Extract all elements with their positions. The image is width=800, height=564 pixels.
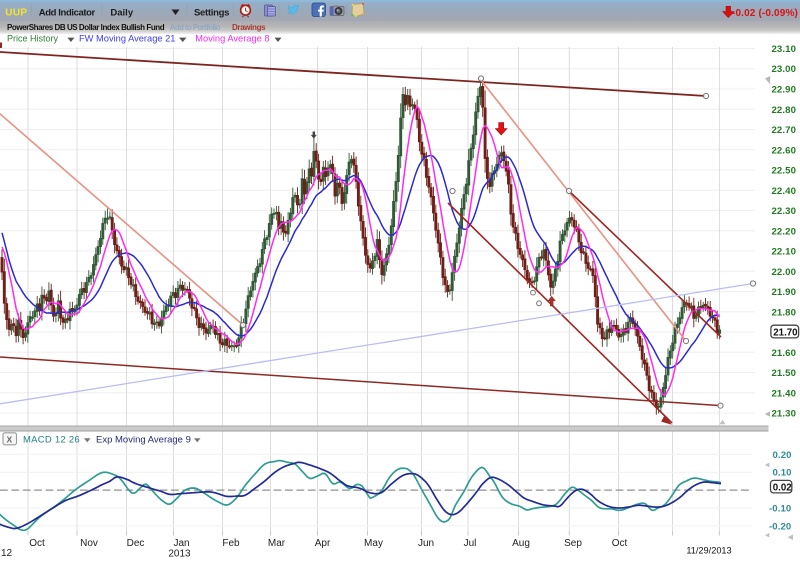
svg-text:Jun: Jun xyxy=(418,538,434,549)
svg-text:0.10: 0.10 xyxy=(773,468,792,479)
svg-text:Jul: Jul xyxy=(464,538,477,549)
svg-text:21.90: 21.90 xyxy=(772,287,797,298)
svg-text:0.20: 0.20 xyxy=(773,450,792,461)
svg-text:Drawings: Drawings xyxy=(232,23,266,32)
svg-text:12: 12 xyxy=(1,548,13,559)
svg-text:Add to Portfolio: Add to Portfolio xyxy=(170,23,221,32)
svg-text:Feb: Feb xyxy=(222,538,240,549)
svg-text:Oct: Oct xyxy=(29,538,45,549)
svg-text:Moving Average 8: Moving Average 8 xyxy=(195,34,269,44)
svg-text:Jan: Jan xyxy=(173,538,189,549)
svg-text:22.70: 22.70 xyxy=(772,125,797,136)
svg-text:21.30: 21.30 xyxy=(772,409,797,420)
svg-text:Settings: Settings xyxy=(194,7,229,18)
svg-text:21.60: 21.60 xyxy=(772,348,797,359)
svg-text:-0.02 (-0.09%): -0.02 (-0.09%) xyxy=(732,8,798,19)
svg-text:22.60: 22.60 xyxy=(772,145,797,156)
svg-text:PowerShares DB US Dollar Index: PowerShares DB US Dollar Index Bullish F… xyxy=(7,23,165,32)
svg-text:22.40: 22.40 xyxy=(772,186,797,197)
svg-text:Add Indicator: Add Indicator xyxy=(39,7,96,18)
svg-text:2013: 2013 xyxy=(168,549,191,560)
svg-text:Sep: Sep xyxy=(564,538,582,549)
svg-text:23.00: 23.00 xyxy=(772,64,797,75)
svg-text:22.90: 22.90 xyxy=(772,85,797,96)
svg-text:Aug: Aug xyxy=(512,538,530,549)
svg-text:Oct: Oct xyxy=(612,538,628,549)
svg-text:Price History: Price History xyxy=(7,34,59,44)
svg-text:Apr: Apr xyxy=(315,538,331,549)
svg-text:-0.10: -0.10 xyxy=(769,504,791,515)
svg-text:FW Moving Average 21: FW Moving Average 21 xyxy=(79,34,175,44)
svg-text:X: X xyxy=(7,434,13,444)
svg-text:23.10: 23.10 xyxy=(772,44,797,55)
svg-text:22.10: 22.10 xyxy=(772,247,797,258)
svg-text:21.50: 21.50 xyxy=(772,368,797,379)
svg-text:MACD 12 26: MACD 12 26 xyxy=(23,435,80,446)
svg-text:11/29/2013: 11/29/2013 xyxy=(686,546,731,556)
svg-text:Nov: Nov xyxy=(80,538,98,549)
svg-text:Dec: Dec xyxy=(127,538,145,549)
svg-text:0.02: 0.02 xyxy=(773,482,792,493)
svg-text:May: May xyxy=(364,538,383,549)
svg-text:21.70: 21.70 xyxy=(773,327,797,338)
svg-text:Mar: Mar xyxy=(268,538,286,549)
svg-text:Exp Moving Average 9: Exp Moving Average 9 xyxy=(96,435,191,446)
svg-text:22.20: 22.20 xyxy=(772,226,797,237)
svg-text:UUP: UUP xyxy=(5,7,27,18)
svg-text:-0.20: -0.20 xyxy=(769,521,791,532)
svg-text:Daily: Daily xyxy=(110,7,133,18)
svg-text:22.50: 22.50 xyxy=(772,166,797,177)
svg-text:22.30: 22.30 xyxy=(772,206,797,217)
svg-text:22.00: 22.00 xyxy=(772,267,797,278)
svg-text:22.80: 22.80 xyxy=(772,105,797,116)
svg-text:21.40: 21.40 xyxy=(772,388,797,399)
svg-text:21.80: 21.80 xyxy=(772,307,797,318)
